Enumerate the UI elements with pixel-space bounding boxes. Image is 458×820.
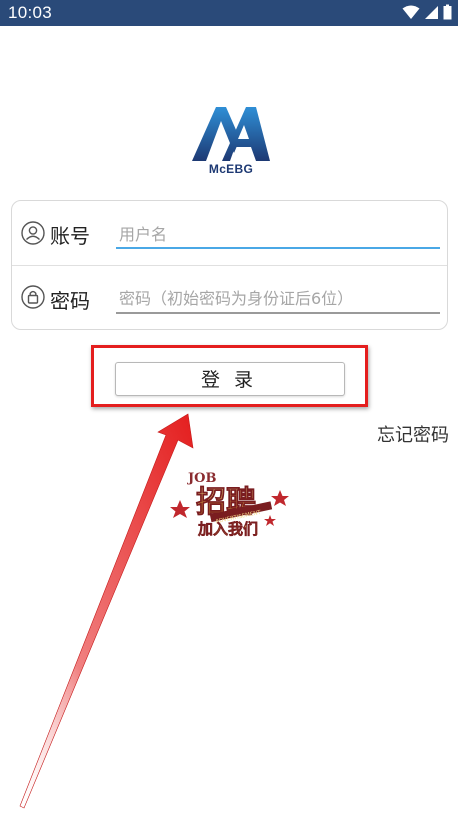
battery-icon [443,4,452,20]
user-icon [21,221,45,245]
username-input[interactable] [117,219,439,249]
password-label: 密码 [50,289,90,313]
recruitment-banner-image[interactable]: JOB 招聘 ADVERTISEMENT 加入我们 [170,460,290,540]
recruitment-banner-graphic: JOB 招聘 ADVERTISEMENT 加入我们 [170,471,289,538]
wifi-icon [402,5,420,19]
login-screen: 10:03 McEBG 账号 用户名 密码 登录 忘记密码 JOB 招聘 ADV… [0,0,458,820]
login-form: 账号 密码 [11,200,448,330]
arrow-shape [19,413,194,809]
mcebg-logo-icon [192,107,270,161]
username-underline [116,247,440,249]
password-underline [116,312,440,314]
app-logo: McEBG [190,103,272,181]
login-button[interactable]: 登录 [115,362,345,396]
row-divider [12,265,447,266]
account-label: 账号 [50,224,90,248]
logo-text: McEBG [208,162,254,176]
status-time: 10:03 [8,3,53,22]
svg-text:JOB: JOB [187,471,216,486]
status-bar: 10:03 [0,0,458,26]
cellular-signal-icon [425,6,438,19]
lock-icon [21,285,45,309]
forgot-password-link[interactable]: 忘记密码 [377,421,449,447]
password-input[interactable] [117,283,439,313]
status-icons [402,4,452,20]
svg-text:加入我们: 加入我们 [197,520,258,538]
